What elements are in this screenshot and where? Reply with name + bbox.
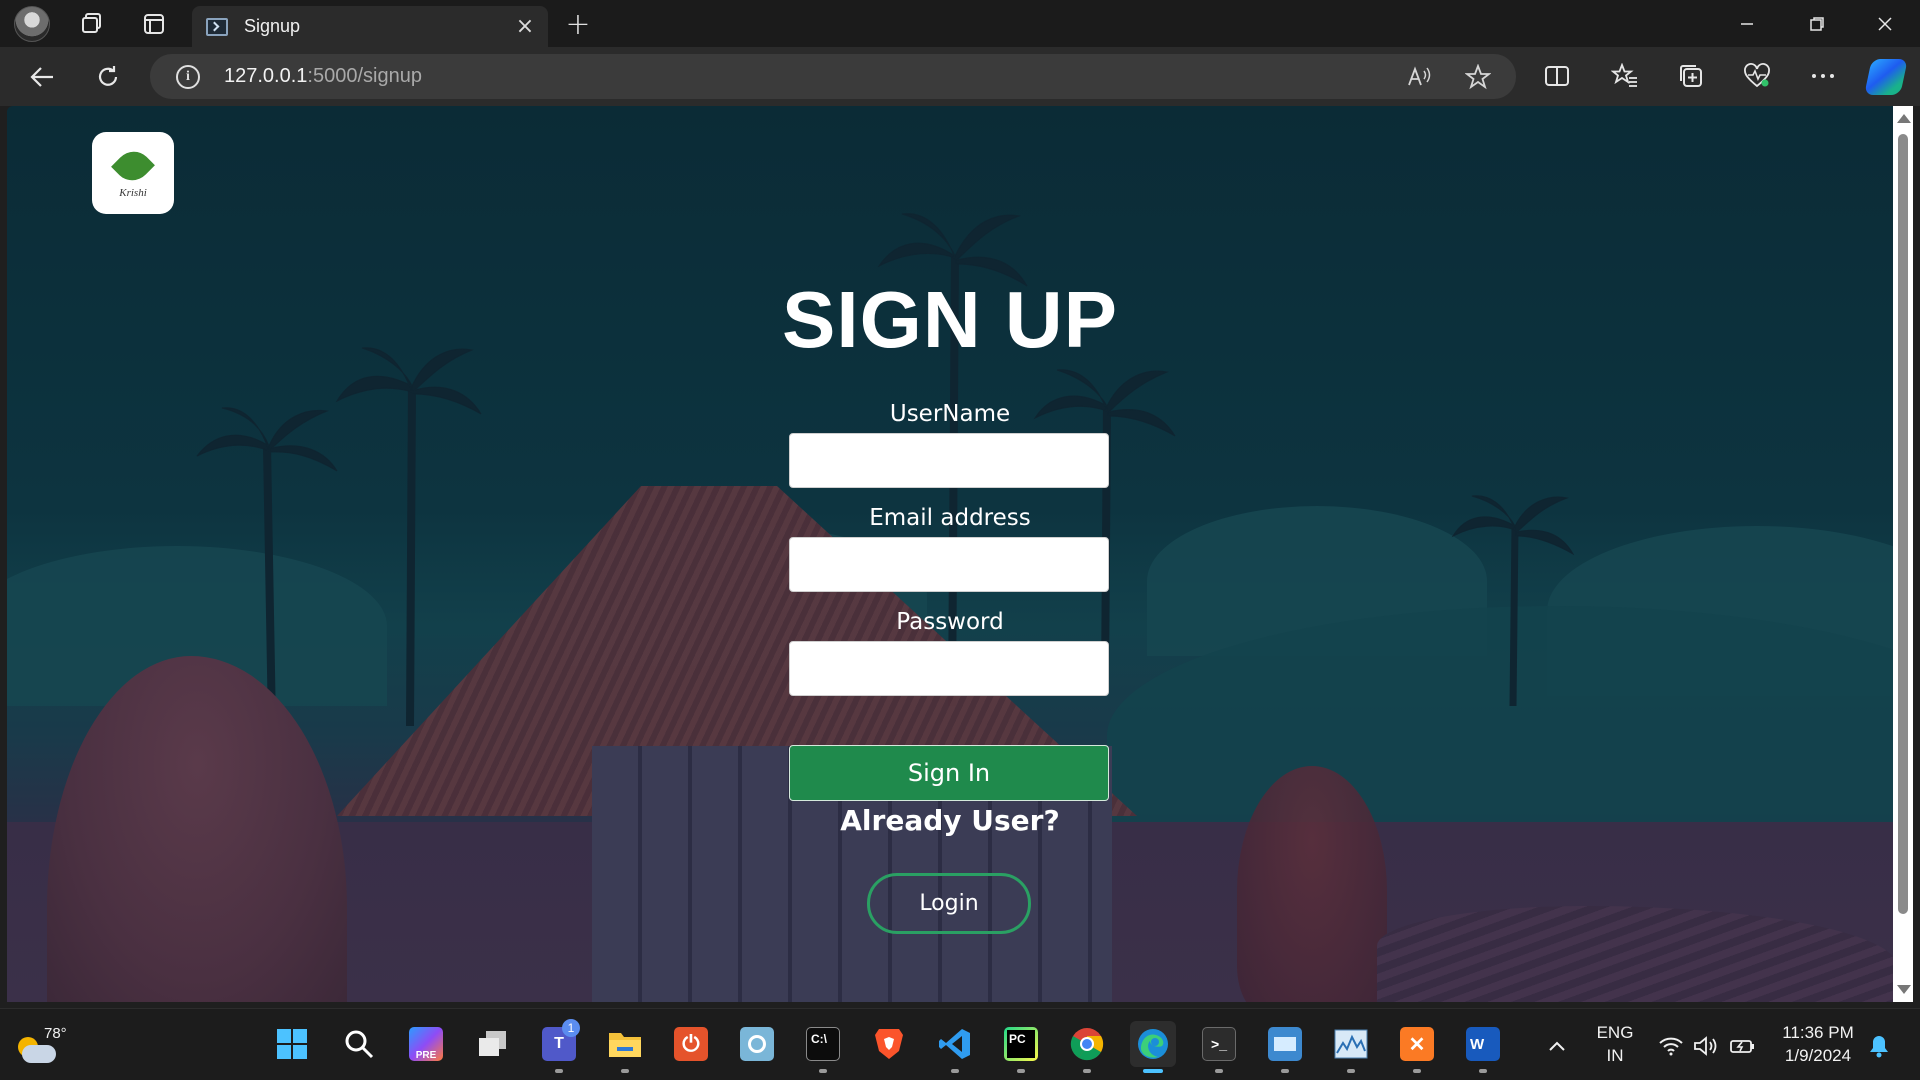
tab-close-icon[interactable]: × <box>510 12 540 42</box>
weather-temp: 78° <box>44 1025 67 1042</box>
cloud-icon <box>22 1045 56 1063</box>
start-icon[interactable] <box>269 1021 315 1067</box>
wifi-icon[interactable] <box>1656 1033 1686 1059</box>
clock[interactable]: 11:36 PM 1/9/2024 <box>1770 1021 1866 1067</box>
url-host: 127.0.0.1 <box>224 65 308 87</box>
teams-badge: 1 <box>562 1019 580 1037</box>
clock-date: 1/9/2024 <box>1784 1046 1852 1065</box>
username-input[interactable] <box>789 433 1109 488</box>
volume-icon[interactable] <box>1691 1033 1721 1059</box>
workspaces-icon[interactable] <box>76 8 108 40</box>
profile-avatar[interactable] <box>14 6 50 42</box>
password-label: Password <box>896 609 1004 635</box>
new-tab-icon[interactable]: + <box>562 7 594 42</box>
url-text[interactable]: 127.0.0.1:5000/signup <box>224 65 422 88</box>
lang-line-1: ENG <box>1596 1023 1634 1042</box>
resource-monitor-icon[interactable] <box>1328 1021 1374 1073</box>
split-screen-icon[interactable] <box>1540 59 1574 93</box>
more-options-icon[interactable] <box>1806 59 1840 93</box>
tab-title: Signup <box>244 16 301 36</box>
close-window-icon[interactable] <box>1860 6 1910 42</box>
signup-form: SIGN UP UserName Email address Password … <box>7 106 1893 1002</box>
password-input[interactable] <box>789 641 1109 696</box>
chevron-up-icon[interactable] <box>1542 1033 1572 1059</box>
language-indicator[interactable]: ENG IN <box>1594 1021 1636 1067</box>
task-view-icon[interactable] <box>470 1021 516 1067</box>
copilot-pre-icon[interactable]: PRE <box>403 1021 449 1067</box>
copilot-icon[interactable] <box>1864 59 1908 95</box>
taskbar: 78° PRE T 1 ⏻ C:\ PC >_ ✕ W ENG IN 11:36… <box>0 1008 1920 1080</box>
power-icon[interactable]: ⏻ <box>668 1021 714 1067</box>
xampp-icon[interactable]: ✕ <box>1394 1021 1440 1073</box>
restore-icon[interactable] <box>1792 6 1842 42</box>
username-label: UserName <box>889 401 1011 427</box>
weather-widget[interactable]: 78° <box>12 1021 67 1067</box>
pycharm-icon[interactable]: PC <box>998 1021 1044 1073</box>
url-path: :5000/signup <box>307 65 422 87</box>
navigation-bar: i 127.0.0.1:5000/signup <box>0 47 1920 106</box>
back-icon[interactable] <box>22 57 62 97</box>
favorite-star-icon[interactable] <box>1463 62 1493 92</box>
control-panel-icon[interactable] <box>1262 1021 1308 1073</box>
notification-bell-icon[interactable] <box>1864 1033 1894 1059</box>
brave-icon[interactable] <box>866 1021 912 1067</box>
email-input[interactable] <box>789 537 1109 592</box>
tab-actions-icon[interactable] <box>138 8 170 40</box>
collections-icon[interactable] <box>1674 59 1708 93</box>
photos-icon[interactable] <box>734 1021 780 1067</box>
powershell-icon[interactable]: >_ <box>1196 1021 1242 1073</box>
terminal-icon[interactable]: C:\ <box>800 1021 846 1073</box>
already-user-text: Already User? <box>840 804 1060 837</box>
minimize-icon[interactable] <box>1722 6 1772 42</box>
scroll-up-icon[interactable] <box>1897 114 1911 123</box>
refresh-icon[interactable] <box>88 57 128 97</box>
login-button[interactable]: Login <box>867 873 1031 934</box>
email-label: Email address <box>869 505 1031 531</box>
read-aloud-icon[interactable] <box>1404 62 1434 92</box>
lang-line-2: IN <box>1606 1046 1624 1065</box>
vertical-scrollbar[interactable] <box>1893 106 1913 1002</box>
sign-in-button[interactable]: Sign In <box>789 745 1109 801</box>
edge-icon[interactable] <box>1130 1021 1176 1073</box>
chrome-icon[interactable] <box>1064 1021 1110 1073</box>
browser-essentials-icon[interactable] <box>1740 59 1774 93</box>
site-info-icon[interactable]: i <box>176 65 200 89</box>
teams-icon[interactable]: T 1 <box>536 1019 582 1073</box>
word-icon[interactable]: W <box>1460 1021 1506 1073</box>
title-bar: Signup × + <box>0 0 1920 47</box>
search-icon[interactable] <box>336 1021 382 1067</box>
page-viewport: Krishi SIGN UP UserName Email address Pa… <box>7 106 1893 1002</box>
favorites-icon[interactable] <box>1608 59 1642 93</box>
clock-time: 11:36 PM <box>1782 1023 1854 1042</box>
page-title: SIGN UP <box>782 275 1118 364</box>
scroll-down-icon[interactable] <box>1897 985 1911 994</box>
tab-signup[interactable]: Signup × <box>192 6 548 47</box>
file-explorer-icon[interactable] <box>602 1021 648 1073</box>
address-bar[interactable]: i 127.0.0.1:5000/signup <box>150 54 1516 99</box>
battery-icon[interactable] <box>1728 1033 1758 1059</box>
vscode-icon[interactable] <box>932 1021 978 1073</box>
terminal-favicon-icon <box>206 17 228 36</box>
scroll-thumb[interactable] <box>1898 134 1908 914</box>
